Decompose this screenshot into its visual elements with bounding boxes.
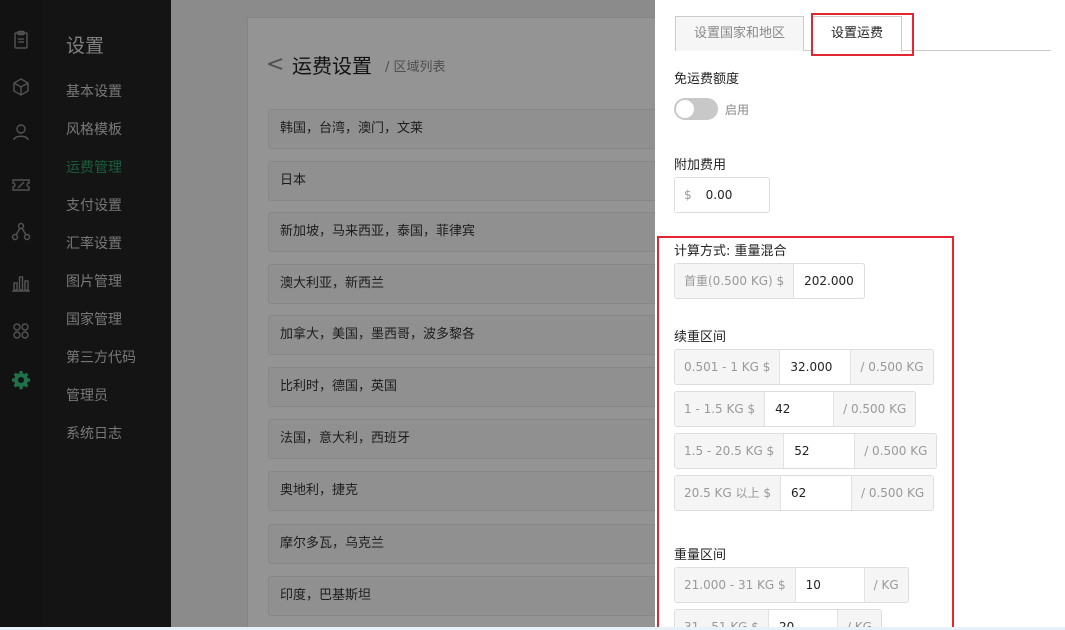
- continued-suffix: / 0.500 KG: [850, 350, 933, 384]
- toggle-knob: [676, 100, 694, 118]
- continued-value[interactable]: 52: [784, 434, 854, 468]
- continued-value[interactable]: 42: [765, 392, 833, 426]
- continued-prefix: 0.501 - 1 KG $: [675, 350, 781, 384]
- modal-backdrop[interactable]: [42, 0, 655, 630]
- continued-suffix: / 0.500 KG: [833, 392, 916, 426]
- continued-prefix: 1 - 1.5 KG $: [675, 392, 766, 426]
- continued-suffix: / 0.500 KG: [850, 476, 934, 510]
- rail-backdrop: [0, 0, 42, 630]
- drawer-tabs: 设置国家和地区 设置运费: [675, 16, 1051, 52]
- shipping-drawer: 设置国家和地区 设置运费 免运费额度 启用 附加费用 $ 0.00 计算方式: …: [655, 0, 1065, 630]
- weight-range-row[interactable]: 21.000 - 31 KG $ 10 / KG: [674, 567, 909, 603]
- continued-value[interactable]: 32.000: [780, 350, 850, 384]
- surcharge-value[interactable]: 0.00: [696, 178, 743, 212]
- continued-weight-label: 续重区间: [674, 330, 727, 345]
- continued-row[interactable]: 1.5 - 20.5 KG $ 52 / 0.500 KG: [674, 433, 938, 469]
- app-root: 设置 基本设置 风格模板 运费管理 支付设置 汇率设置 图片管理 国家管理 第三…: [0, 0, 1065, 630]
- continued-row[interactable]: 0.501 - 1 KG $ 32.000 / 0.500 KG: [674, 349, 934, 385]
- continued-prefix: 20.5 KG 以上 $: [675, 476, 781, 510]
- continued-value[interactable]: 62: [781, 476, 851, 510]
- weight-range-prefix: 21.000 - 31 KG $: [675, 568, 796, 602]
- continued-prefix: 1.5 - 20.5 KG $: [675, 434, 785, 468]
- surcharge-input[interactable]: $ 0.00: [674, 177, 770, 213]
- weight-range-label: 重量区间: [674, 548, 727, 563]
- continued-suffix: / 0.500 KG: [854, 434, 937, 468]
- surcharge-label: 附加费用: [674, 158, 727, 173]
- calc-method-label: 计算方式: 重量混合: [674, 244, 787, 259]
- weight-range-suffix: / KG: [863, 568, 908, 602]
- continued-row[interactable]: 1 - 1.5 KG $ 42 / 0.500 KG: [674, 391, 917, 427]
- weight-range-value[interactable]: 10: [796, 568, 864, 602]
- first-weight-value[interactable]: 202.000: [794, 264, 864, 298]
- free-shipping-toggle[interactable]: [674, 98, 718, 120]
- first-weight-prefix: 首重(0.500 KG) $: [675, 264, 795, 298]
- tab-shipping-fee[interactable]: 设置运费: [812, 16, 903, 52]
- continued-row[interactable]: 20.5 KG 以上 $ 62 / 0.500 KG: [674, 475, 935, 511]
- free-shipping-label: 免运费额度: [674, 72, 740, 87]
- toggle-label: 启用: [725, 103, 750, 117]
- tab-countries[interactable]: 设置国家和地区: [675, 16, 805, 51]
- currency-prefix: $: [675, 178, 696, 212]
- first-weight-input[interactable]: 首重(0.500 KG) $ 202.000: [674, 263, 865, 299]
